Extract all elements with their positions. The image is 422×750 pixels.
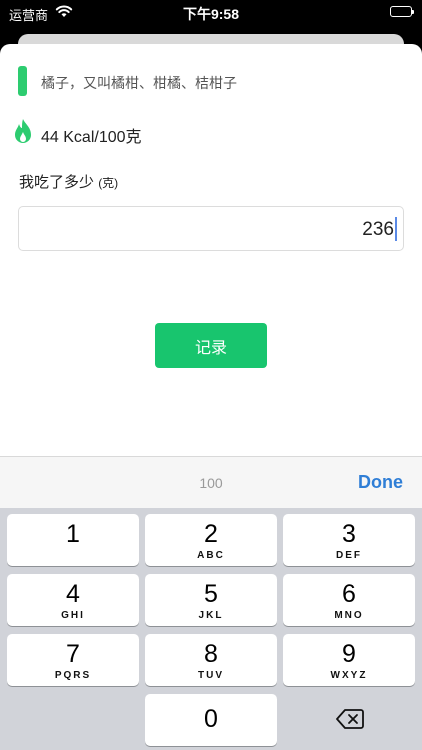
status-bar: 运营商 下午9:58 xyxy=(0,0,422,26)
key-9[interactable]: 9 WXYZ xyxy=(283,634,415,686)
key-letters: PQRS xyxy=(54,670,92,681)
key-letters: WXYZ xyxy=(330,670,368,681)
key-letters: ABC xyxy=(197,550,225,561)
food-accent-bar xyxy=(18,66,27,96)
amount-input[interactable]: 236 xyxy=(18,206,404,251)
key-0[interactable]: 0 xyxy=(145,694,277,746)
key-letters: MNO xyxy=(334,610,364,621)
food-name: 橘子，又叫橘柑、柑橘、桔柑子 xyxy=(41,75,237,91)
key-6[interactable]: 6 MNO xyxy=(283,574,415,626)
calorie-value: 44 Kcal/100克 xyxy=(41,129,142,146)
amount-input-value: 236 xyxy=(362,219,394,240)
key-5[interactable]: 5 JKL xyxy=(145,574,277,626)
amount-unit: (克) xyxy=(98,176,119,190)
text-caret xyxy=(395,217,397,241)
key-letters: TUV xyxy=(198,670,224,681)
key-2[interactable]: 2 ABC xyxy=(145,514,277,566)
battery-icon xyxy=(390,6,414,17)
amount-label: 我吃了多少 (克) xyxy=(19,171,118,192)
key-letters: GHI xyxy=(61,610,85,621)
backspace-key[interactable] xyxy=(283,694,415,746)
key-digit: 6 xyxy=(342,580,356,608)
key-digit: 4 xyxy=(66,580,80,608)
key-7[interactable]: 7 PQRS xyxy=(7,634,139,686)
key-1[interactable]: 1 xyxy=(7,514,139,566)
amount-label-text: 我吃了多少 xyxy=(19,174,95,191)
key-letters: JKL xyxy=(198,610,224,621)
record-button[interactable]: 记录 xyxy=(155,323,267,368)
done-button[interactable]: Done xyxy=(358,472,403,493)
key-digit: 3 xyxy=(342,520,356,548)
delete-backward-icon xyxy=(336,709,364,729)
food-entry-sheet: 橘子，又叫橘柑、柑橘、桔柑子 44 Kcal/100克 我吃了多少 (克) 23… xyxy=(0,44,422,456)
key-digit: 0 xyxy=(204,705,218,733)
clock: 下午9:58 xyxy=(182,6,240,22)
key-digit: 2 xyxy=(204,520,218,548)
key-digit: 8 xyxy=(204,640,218,668)
key-letters: DEF xyxy=(336,550,362,561)
key-digit: 1 xyxy=(66,520,80,548)
flame-icon xyxy=(15,119,31,143)
key-8[interactable]: 8 TUV xyxy=(145,634,277,686)
key-digit: 9 xyxy=(342,640,356,668)
key-4[interactable]: 4 GHI xyxy=(7,574,139,626)
key-3[interactable]: 3 DEF xyxy=(283,514,415,566)
numeric-keypad: 1 2 ABC 3 DEF 4 GHI 5 JKL 6 MNO 7 PQRS 8… xyxy=(0,508,422,750)
key-digit: 7 xyxy=(66,640,80,668)
keyboard-toolbar: 100 Done xyxy=(0,456,422,508)
key-digit: 5 xyxy=(204,580,218,608)
